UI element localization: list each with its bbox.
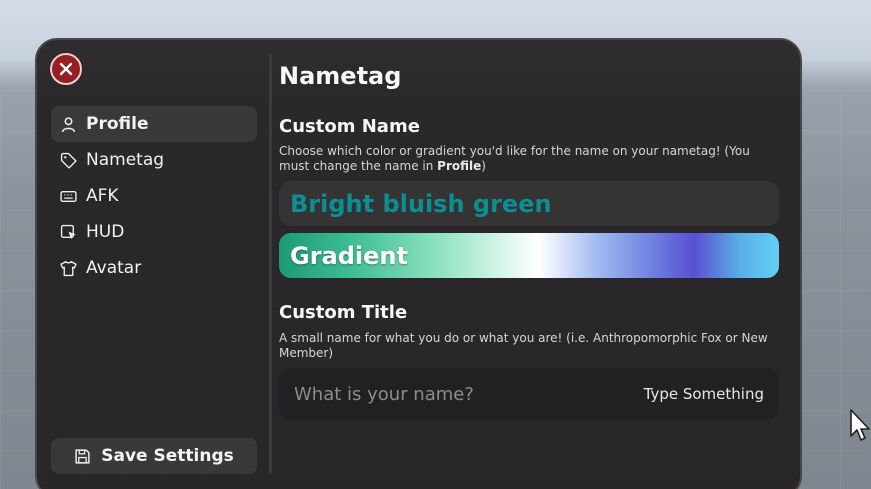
- pointer-icon: [60, 224, 77, 241]
- gradient-option-button[interactable]: Gradient: [279, 233, 779, 278]
- custom-title-input[interactable]: What is your name? Type Something: [279, 368, 779, 420]
- sidebar-item-label: Nametag: [86, 150, 165, 170]
- custom-title-description: A small name for what you do or what you…: [279, 331, 768, 360]
- sidebar-item-label: Avatar: [86, 258, 142, 278]
- save-settings-button[interactable]: Save Settings: [51, 438, 257, 474]
- save-settings-label: Save Settings: [101, 446, 234, 466]
- sidebar-item-afk[interactable]: AFK: [51, 178, 257, 214]
- sidebar-item-avatar[interactable]: Avatar: [51, 250, 257, 286]
- custom-title-heading: Custom Title: [279, 302, 408, 323]
- shirt-icon: [60, 260, 77, 277]
- sidebar-item-profile[interactable]: Profile: [51, 106, 257, 142]
- keyboard-icon: [60, 188, 77, 205]
- gradient-option-label: Gradient: [290, 241, 408, 270]
- user-icon: [60, 116, 77, 133]
- panel-divider: [269, 54, 272, 474]
- color-option-label: Bright bluish green: [290, 189, 552, 218]
- close-icon: [59, 62, 73, 76]
- input-placeholder: What is your name?: [294, 383, 474, 405]
- mouse-cursor-icon: [850, 409, 870, 441]
- custom-name-heading: Custom Name: [279, 116, 420, 137]
- close-button[interactable]: [50, 53, 82, 85]
- custom-name-description: Choose which color or gradient you'd lik…: [279, 144, 750, 173]
- sidebar-item-label: HUD: [86, 222, 125, 242]
- tag-icon: [60, 152, 77, 169]
- input-hint: Type Something: [643, 385, 764, 403]
- sidebar-item-nametag[interactable]: Nametag: [51, 142, 257, 178]
- sidebar-item-hud[interactable]: HUD: [51, 214, 257, 250]
- profile-link-text: Profile: [437, 159, 482, 173]
- sidebar-item-label: Profile: [86, 114, 149, 134]
- floppy-disk-icon: [75, 448, 90, 464]
- color-option-button[interactable]: Bright bluish green: [279, 181, 779, 226]
- sidebar-item-label: AFK: [86, 186, 119, 206]
- page-title: Nametag: [279, 62, 402, 90]
